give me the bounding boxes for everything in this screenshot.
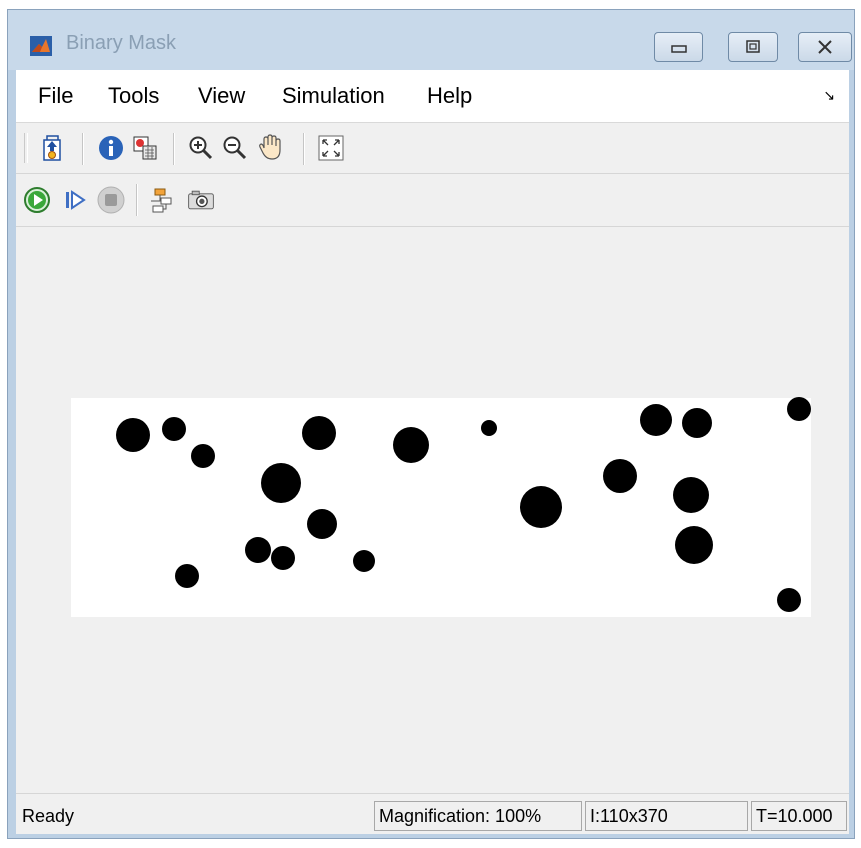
- highlight-signal-icon: [151, 188, 172, 213]
- app-window: Binary Mask File Tools View Simulation H…: [7, 9, 855, 839]
- snapshot-camera-icon: [188, 190, 214, 210]
- fit-to-view-button[interactable]: [316, 133, 346, 163]
- mask-blob: [162, 417, 186, 441]
- mask-blob: [271, 546, 295, 570]
- mask-blob: [302, 416, 336, 450]
- menu-simulation[interactable]: Simulation: [282, 83, 385, 109]
- mask-blob: [307, 509, 337, 539]
- window-title: Binary Mask: [66, 32, 177, 54]
- mask-blob: [353, 550, 375, 572]
- step-forward-icon: [66, 190, 86, 210]
- toolbar-grip[interactable]: [24, 133, 28, 163]
- menu-view[interactable]: View: [198, 83, 245, 109]
- mask-blob: [675, 526, 713, 564]
- mask-blob: [261, 463, 301, 503]
- status-magnification: Magnification: 100%: [374, 801, 582, 831]
- close-icon: [799, 37, 851, 62]
- highlight-signal-button[interactable]: [148, 185, 178, 215]
- mask-blob: [116, 418, 150, 452]
- menu-help[interactable]: Help: [427, 83, 472, 109]
- binary-mask-image: [71, 397, 811, 617]
- zoom-in-icon: [189, 136, 213, 160]
- mask-blob: [777, 588, 801, 612]
- mask-blob: [640, 404, 672, 436]
- status-time: T=10.000: [751, 801, 847, 831]
- export-to-workspace-button[interactable]: [130, 133, 160, 163]
- close-button[interactable]: [798, 32, 852, 62]
- toolbar-separator: [82, 133, 84, 165]
- mask-blob: [520, 486, 562, 528]
- open-parent-model-button[interactable]: [38, 133, 68, 163]
- mask-blob: [175, 564, 199, 588]
- dock-arrow-icon[interactable]: ↘: [823, 88, 835, 104]
- image-viewer[interactable]: [16, 227, 849, 793]
- maximize-icon: [729, 37, 777, 62]
- stop-button[interactable]: [96, 185, 126, 215]
- fit-to-view-icon: [318, 135, 344, 161]
- mask-blob: [673, 477, 709, 513]
- mask-blob: [191, 444, 215, 468]
- toolbar-separator: [303, 133, 305, 165]
- snapshot-button[interactable]: [186, 185, 216, 215]
- mask-blob: [481, 420, 497, 436]
- info-button[interactable]: [96, 133, 126, 163]
- zoom-in-button[interactable]: [186, 133, 216, 163]
- toolbar-simulation: [16, 174, 849, 227]
- title-bar[interactable]: Binary Mask: [8, 10, 854, 70]
- toolbar-separator: [136, 184, 138, 216]
- open-parent-model-icon: [43, 135, 61, 161]
- minimize-button[interactable]: [654, 32, 703, 62]
- menu-bar: File Tools View Simulation Help ↘: [16, 70, 849, 123]
- status-state: Ready: [22, 806, 75, 826]
- menu-tools[interactable]: Tools: [108, 83, 159, 109]
- toolbar-separator: [173, 133, 175, 165]
- mask-blob: [393, 427, 429, 463]
- stop-icon: [97, 186, 125, 214]
- maximize-button[interactable]: [728, 32, 778, 62]
- status-bar: Ready Magnification: 100% I:110x370 T=10…: [16, 793, 849, 834]
- mask-blob: [603, 459, 637, 493]
- mask-blob: [682, 408, 712, 438]
- mask-blob: [787, 397, 811, 421]
- status-image-size: I:110x370: [585, 801, 748, 831]
- info-icon: [99, 136, 123, 160]
- zoom-out-icon: [223, 136, 247, 160]
- export-to-workspace-icon: [133, 136, 157, 160]
- matlab-logo-icon: [30, 36, 52, 56]
- menu-file[interactable]: File: [38, 83, 73, 109]
- mask-blob: [245, 537, 271, 563]
- run-icon: [24, 187, 50, 213]
- client-area: File Tools View Simulation Help ↘ Ready …: [16, 70, 849, 834]
- toolbar-navigation: [16, 123, 849, 174]
- minimize-icon: [655, 37, 702, 62]
- pan-button[interactable]: [256, 132, 286, 162]
- zoom-out-button[interactable]: [220, 133, 250, 163]
- step-forward-button[interactable]: [60, 185, 90, 215]
- pan-hand-icon: [259, 134, 281, 160]
- run-button[interactable]: [22, 185, 52, 215]
